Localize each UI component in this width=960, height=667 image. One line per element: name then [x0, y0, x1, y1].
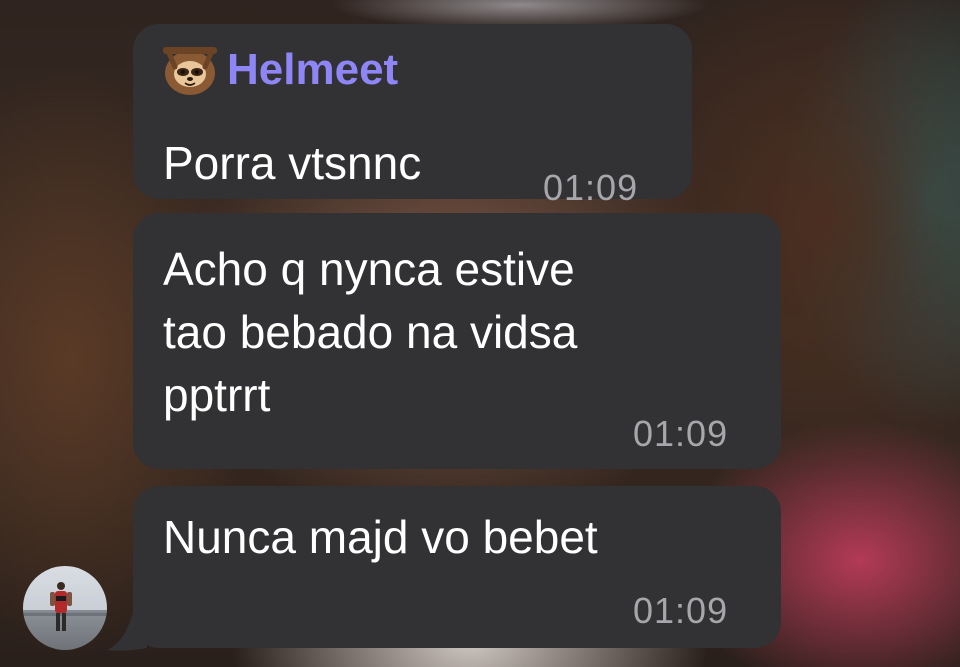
message-bubble-2[interactable]: Acho q nynca estive tao bebado na vidsa … — [133, 213, 781, 469]
sender-name[interactable]: Helmeet — [227, 45, 398, 95]
message-time: 01:09 — [543, 167, 639, 208]
message-bubble-1[interactable]: Helmeet Porra vtsnnc 01:09 — [133, 24, 692, 208]
message-text: Porra vtsnnc — [163, 137, 422, 189]
message-text: Nunca majd vo bebet — [163, 511, 598, 563]
sender-avatar[interactable] — [23, 566, 107, 650]
sloth-emoji-icon — [161, 43, 219, 97]
message-time: 01:09 — [633, 413, 729, 454]
bubble-tail — [107, 612, 147, 651]
message-text: Acho q nynca estive tao bebado na vidsa … — [163, 243, 578, 421]
message-time: 01:09 — [633, 590, 729, 631]
user-avatar-photo-icon — [23, 566, 107, 650]
sender-header: Helmeet — [161, 43, 398, 97]
message-bubble-3[interactable]: Nunca majd vo bebet 01:09 — [133, 486, 781, 648]
